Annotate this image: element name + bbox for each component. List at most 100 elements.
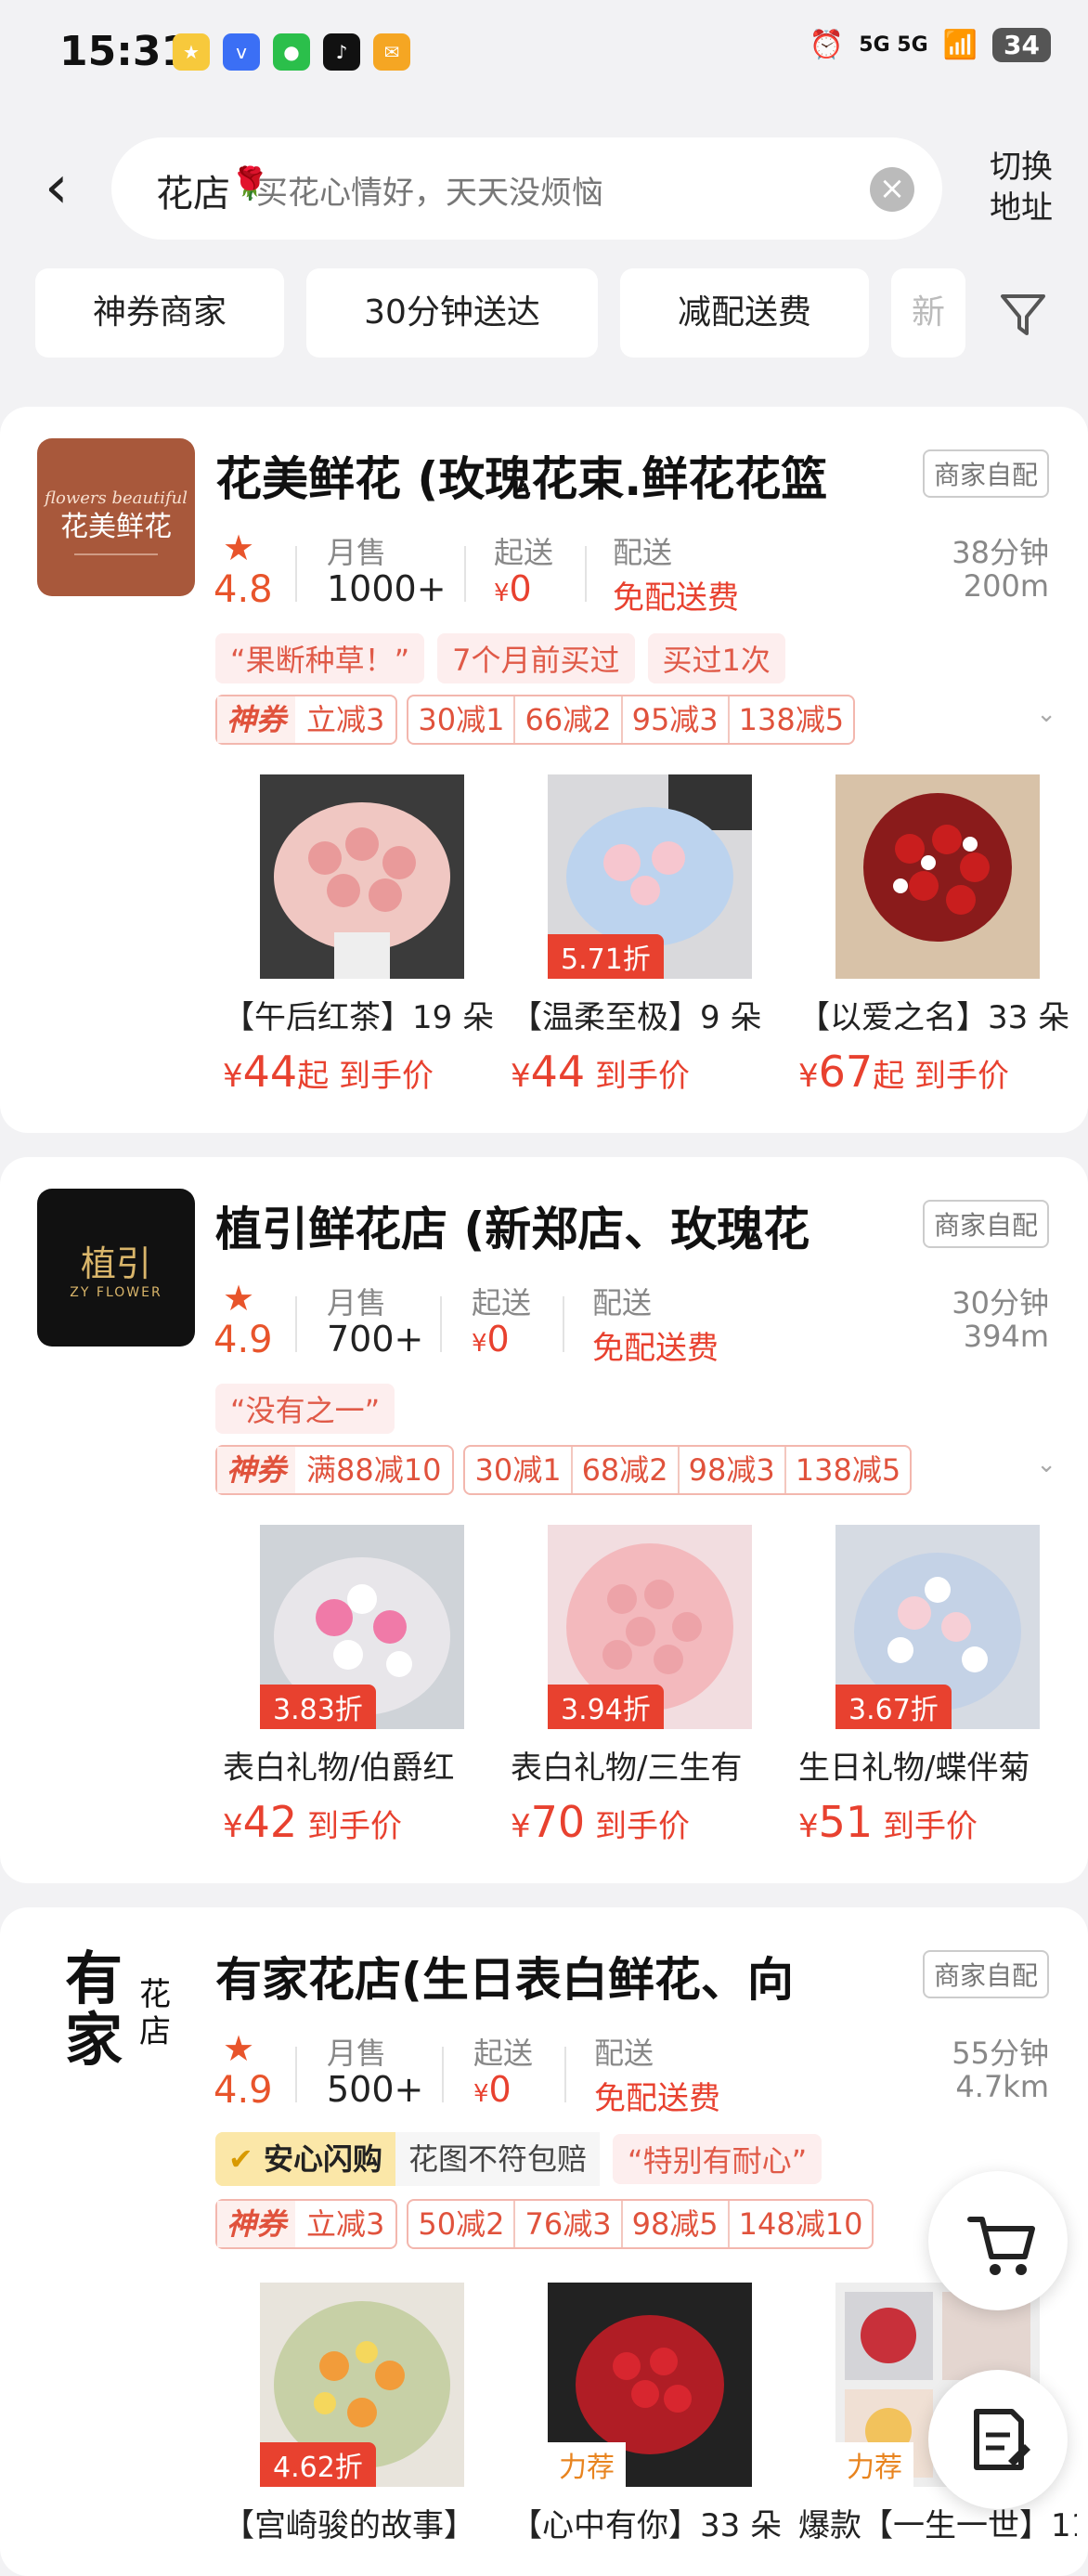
delivery-eta: 38分钟 xyxy=(952,535,1049,570)
mail-app-icon: ✉ xyxy=(373,33,410,71)
self-delivery-badge: 商家自配 xyxy=(922,449,1049,498)
discount-badge: 3.94折 xyxy=(548,1685,664,1729)
chevron-down-icon[interactable]: ⌄ xyxy=(1036,700,1056,728)
signal-icon: 5G 5G xyxy=(859,33,928,57)
divider xyxy=(442,2047,444,2102)
product-item[interactable]: 力荐 【心中有你】33 朵 xyxy=(511,2283,798,2545)
product-item[interactable]: 4.62折 【宫崎骏的故事】 xyxy=(223,2283,511,2545)
delivery-fee: 免配送费 xyxy=(594,2080,720,2117)
notification-icons: ★ v ● ♪ ✉ xyxy=(173,33,410,71)
product-image[interactable] xyxy=(835,774,1040,979)
product-item[interactable]: 3.83折 表白礼物/伯爵红 ¥42 到手价 xyxy=(223,1525,511,1847)
filter-chip[interactable]: 30分钟送达 xyxy=(306,268,598,358)
search-input[interactable]: 花店 🌹 买花心情好，天天没烦恼 × xyxy=(111,137,942,240)
delivery-label: 配送 xyxy=(594,2036,654,2071)
store-card[interactable]: 植引 ZY FLOWER 植引鲜花店 (新郑店、玫瑰花 商家自配 ★ 4.9 月… xyxy=(0,1157,1088,1883)
min-order-label: 起送 xyxy=(494,535,554,570)
product-item[interactable]: 5.71折 【温柔至极】9 朵 ¥44 到手价 xyxy=(511,774,798,1097)
product-name: 【宫崎骏的故事】 xyxy=(223,2507,475,2544)
store-distance: 394m xyxy=(963,1319,1049,1354)
filter-bar: 神券商家 30分钟送达 减配送费 新 xyxy=(0,265,1088,367)
store-rating: 4.9 xyxy=(214,2069,273,2112)
edit-note-icon xyxy=(974,2409,1030,2470)
divider xyxy=(295,546,297,602)
filter-chip[interactable]: 减配送费 xyxy=(620,268,869,358)
product-list: 3.83折 表白礼物/伯爵红 ¥42 到手价 3.94折 表白礼物/三生有 ¥7… xyxy=(223,1525,1086,1847)
monthly-sales-value: 500+ xyxy=(327,2069,424,2110)
search-keyword[interactable]: 花店 xyxy=(156,163,230,217)
recommend-badge: 力荐 xyxy=(548,2442,626,2487)
product-name: 生日礼物/蝶伴菊 xyxy=(798,1750,1030,1787)
tag-row: “没有之一” xyxy=(215,1384,395,1434)
product-name: 表白礼物/伯爵红 xyxy=(223,1750,455,1787)
monthly-sales-label: 月售 xyxy=(327,2036,387,2071)
delivery-fee: 免配送费 xyxy=(592,1330,719,1367)
min-order-value: ¥0 xyxy=(472,1319,510,1360)
coupon-row[interactable]: 神券 立减3 30减1 66减2 95减3 138减5 xyxy=(215,695,856,745)
product-image[interactable]: 力荐 xyxy=(548,2283,752,2487)
store-logo: 有家 花店 xyxy=(37,1939,195,2097)
clear-icon[interactable]: × xyxy=(870,167,914,212)
product-image[interactable]: 5.71折 xyxy=(548,774,752,979)
god-coupon[interactable]: 神券 满88减10 xyxy=(215,1445,455,1495)
store-name[interactable]: 有家花店(生日表白鲜花、向 xyxy=(215,1943,902,2010)
divider xyxy=(464,546,466,602)
store-name[interactable]: 花美鲜花 (玫瑰花束.鲜花花篮 xyxy=(215,442,902,509)
product-price: ¥70 到手价 xyxy=(511,1797,690,1847)
store-rating: 4.8 xyxy=(214,568,273,611)
review-tag: “特别有耐心” xyxy=(612,2134,822,2184)
product-name: 表白礼物/三生有 xyxy=(511,1750,743,1787)
filter-funnel-icon[interactable] xyxy=(995,287,1051,343)
star-icon: ★ xyxy=(223,2028,255,2069)
coupon-row[interactable]: 神券 立减3 50减2 76减3 98减5 148减10 xyxy=(215,2199,874,2249)
product-name: 【心中有你】33 朵 xyxy=(511,2507,783,2544)
alarm-icon: ⏰ xyxy=(809,29,845,61)
product-item[interactable]: 【午后红茶】19 朵 ¥44起 到手价 xyxy=(223,774,511,1097)
god-coupon[interactable]: 神券 立减3 xyxy=(215,695,398,745)
min-order-label: 起送 xyxy=(473,2036,534,2071)
discount-badge: 4.62折 xyxy=(260,2442,376,2487)
filter-chip[interactable]: 新 xyxy=(891,268,965,358)
monthly-sales-label: 月售 xyxy=(327,1285,387,1321)
tag-row: ✔ 安心闪购 花图不符包赔 “特别有耐心” xyxy=(215,2132,822,2186)
store-card[interactable]: flowers beautiful 花美鲜花 花美鲜花 (玫瑰花束.鲜花花篮 商… xyxy=(0,407,1088,1133)
cart-button[interactable] xyxy=(928,2171,1068,2310)
product-price: ¥44起 到手价 xyxy=(223,1047,434,1097)
full-reduction-coupons[interactable]: 30减1 66减2 95减3 138减5 xyxy=(407,695,856,745)
delivery-fee: 免配送费 xyxy=(613,579,739,617)
product-item[interactable]: 3.67折 生日礼物/蝶伴菊 ¥51 到手价 xyxy=(798,1525,1086,1847)
star-icon: ★ xyxy=(223,1278,255,1319)
product-image[interactable] xyxy=(260,774,464,979)
god-coupon[interactable]: 神券 立减3 xyxy=(215,2199,398,2249)
full-reduction-coupons[interactable]: 30减1 68减2 98减3 138减5 xyxy=(463,1445,913,1495)
divider xyxy=(563,1296,564,1352)
divider xyxy=(295,1296,297,1352)
product-image[interactable]: 4.62折 xyxy=(260,2283,464,2487)
chevron-down-icon[interactable]: ⌄ xyxy=(1036,1451,1056,1478)
filter-chip[interactable]: 神券商家 xyxy=(35,268,284,358)
monthly-sales-value: 1000+ xyxy=(327,568,447,609)
store-name[interactable]: 植引鲜花店 (新郑店、玫瑰花 xyxy=(215,1192,902,1259)
product-item[interactable]: 3.94折 表白礼物/三生有 ¥70 到手价 xyxy=(511,1525,798,1847)
product-image[interactable]: 3.67折 xyxy=(835,1525,1040,1729)
product-image[interactable]: 3.83折 xyxy=(260,1525,464,1729)
product-name: 【以爱之名】33 朵 xyxy=(798,999,1070,1036)
coupon-row[interactable]: 神券 满88减10 30减1 68减2 98减3 138减5 xyxy=(215,1445,913,1495)
store-card[interactable]: 有家 花店 有家花店(生日表白鲜花、向 商家自配 ★ 4.9 月售 500+ 起… xyxy=(0,1907,1088,2576)
discount-badge: 3.67折 xyxy=(835,1685,952,1729)
delivery-eta: 55分钟 xyxy=(952,2036,1049,2071)
svg-text:花美鲜花: 花美鲜花 xyxy=(60,511,172,543)
full-reduction-coupons[interactable]: 50减2 76减3 98减5 148减10 xyxy=(407,2199,874,2249)
switch-address-button[interactable]: 切换地址 xyxy=(984,147,1058,228)
app-notification-icon: ★ xyxy=(173,33,210,71)
product-item[interactable]: 【以爱之名】33 朵 ¥67起 到手价 xyxy=(798,774,1086,1097)
back-arrow-icon[interactable]: ‹ xyxy=(45,158,69,217)
system-status: ⏰ 5G 5G 📶 34 xyxy=(810,28,1051,62)
delivery-eta: 30分钟 xyxy=(952,1285,1049,1321)
edit-order-button[interactable] xyxy=(928,2370,1068,2509)
product-image[interactable]: 3.94折 xyxy=(548,1525,752,1729)
tiktok-icon: ♪ xyxy=(323,33,360,71)
divider xyxy=(564,2047,566,2102)
store-distance: 4.7km xyxy=(955,2069,1049,2104)
review-tag: “没有之一” xyxy=(215,1384,395,1434)
